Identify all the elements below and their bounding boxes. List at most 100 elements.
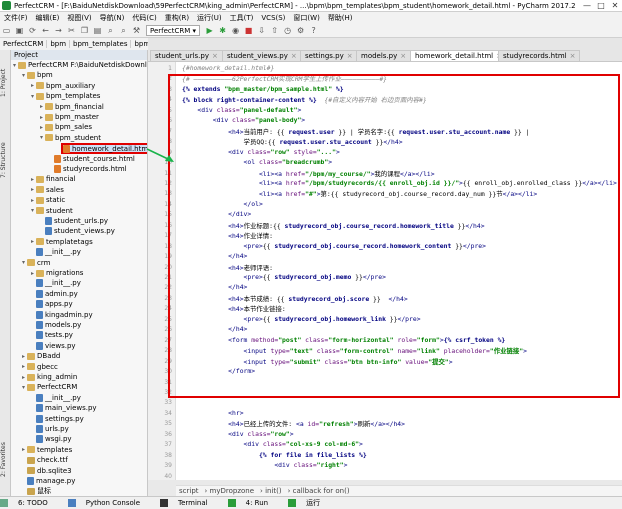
chevron-right-icon[interactable]: ▸ [29,186,36,193]
tree-item[interactable]: ▸ migrations [11,268,83,278]
close-tab-icon[interactable]: × [212,52,218,60]
menu-item[interactable]: 导航(N) [96,13,129,23]
build-icon[interactable]: ⚒ [131,26,142,36]
tree-item[interactable]: manage.py [11,476,75,486]
status-tool-button[interactable]: Terminal [160,499,218,507]
copy-icon[interactable]: ❐ [79,26,90,36]
menu-item[interactable]: 视图(V) [63,13,95,23]
forward-icon[interactable]: → [53,26,64,36]
menu-item[interactable]: 工具(T) [226,13,258,23]
tree-item[interactable]: studyrecords.html [11,164,127,174]
run-config-select[interactable]: PerfectCRM ▾ [146,25,201,36]
editor-tab[interactable]: settings.py × [300,50,358,61]
save-all-icon[interactable]: ▣ [14,26,25,36]
chevron-right-icon[interactable]: ▸ [20,374,27,381]
chevron-down-icon[interactable]: ▾ [11,62,18,69]
vcs-update-icon[interactable]: ⇩ [256,26,267,36]
favorites-tool-tab[interactable]: 2: Favorites [0,430,11,490]
chevron-right-icon[interactable]: ▸ [20,446,27,453]
tree-item[interactable]: ▸ bpm_financial [11,102,104,112]
chevron-right-icon[interactable]: ▸ [29,197,36,204]
tree-item[interactable]: ▾ crm [11,258,50,268]
minimize-button[interactable]: — [580,1,594,10]
tree-item[interactable]: __init__.py [11,393,81,403]
chevron-down-icon[interactable]: ▾ [20,72,27,79]
replace-icon[interactable]: ⌕ [118,26,129,36]
chevron-down-icon[interactable]: ▾ [20,259,27,266]
breadcrumb-item[interactable]: bpm_templates [70,40,132,48]
editor-tab[interactable]: studyrecords.html × [498,50,581,61]
menu-item[interactable]: 文件(F) [0,13,32,23]
breadcrumb-item[interactable]: bpm [47,40,71,48]
chevron-down-icon[interactable]: ▾ [38,134,45,141]
tree-item[interactable]: ▾ bpm_templates [11,91,100,101]
status-tool-button[interactable]: 4: Run [227,499,278,507]
paste-icon[interactable]: ▤ [92,26,103,36]
editor-tab[interactable]: homework_detail.html× [410,50,508,61]
chevron-down-icon[interactable]: ▾ [20,384,27,391]
breadcrumb-item[interactable]: bpm_student [131,40,148,48]
close-tab-icon[interactable]: × [291,52,297,60]
tree-item[interactable]: ▾ student [11,206,73,216]
tree-item[interactable]: models.py [11,320,81,330]
chevron-right-icon[interactable]: ▸ [20,353,27,360]
tree-item[interactable]: student_course.html [11,154,135,164]
maximize-button[interactable]: □ [594,1,608,10]
chevron-right-icon[interactable]: ▸ [29,82,36,89]
tree-item[interactable]: settings.py [11,414,84,424]
tree-item[interactable]: ▸ bpm_master [11,112,99,122]
chevron-right-icon[interactable]: ▸ [29,238,36,245]
tree-item[interactable]: ▾ bpm [11,70,53,80]
editor-breadcrumb-item[interactable]: › init() [257,487,285,495]
sync-icon[interactable]: ⟳ [27,26,38,36]
tree-item[interactable]: ▸ bpm_auxiliary [11,81,95,91]
close-tab-icon[interactable]: × [570,52,576,60]
tree-item[interactable]: ▸ sales [11,185,64,195]
tree-item[interactable]: urls.py [11,424,69,434]
structure-tool-tab[interactable]: 7: Structure [0,130,11,190]
stop-icon[interactable]: ■ [243,26,254,36]
menu-item[interactable]: 代码(C) [128,13,160,23]
menu-item[interactable]: 帮助(H) [324,13,357,23]
editor-tab[interactable]: student_views.py × [222,50,302,61]
chevron-right-icon[interactable]: ▸ [38,114,45,121]
tree-item[interactable]: student_urls.py [11,216,108,226]
editor-tab[interactable]: student_urls.py × [150,50,223,61]
tree-item[interactable]: views.py [11,341,76,351]
tree-item[interactable]: ▸ bpm_sales [11,122,92,132]
tree-item[interactable]: kingadmin.py [11,310,93,320]
settings-icon[interactable]: ⚙ [295,26,306,36]
tree-item[interactable]: apps.py [11,299,73,309]
menu-item[interactable]: 重构(R) [161,13,193,23]
run-icon[interactable]: ▶ [204,26,215,36]
chevron-right-icon[interactable]: ▸ [20,363,27,370]
tree-item[interactable]: ▸ templatetags [11,237,93,247]
close-tab-icon[interactable]: × [400,52,406,60]
tree-item[interactable]: wsgi.py [11,434,72,444]
chevron-right-icon[interactable]: ▸ [38,103,45,110]
editor-breadcrumb-item[interactable]: script [176,487,202,495]
tree-item[interactable]: ▾ PerfectCRM F:\BaiduNetdiskDownload\59 [11,60,147,70]
close-button[interactable]: ✕ [608,1,622,10]
tree-item[interactable]: db.sqlite3 [11,466,72,476]
project-tool-tab[interactable]: 1: Project [0,58,11,108]
cut-icon[interactable]: ✂ [66,26,77,36]
tree-item[interactable]: 鼠标 [11,486,51,496]
tree-item[interactable]: ▸ static [11,195,65,205]
tree-item[interactable]: ▾ bpm_student [11,133,101,143]
debug-icon[interactable]: ✱ [217,26,228,36]
coverage-icon[interactable]: ◉ [230,26,241,36]
open-folder-icon[interactable]: ▭ [1,26,12,36]
tree-item[interactable]: ▾ PerfectCRM [11,382,77,392]
tree-item[interactable]: ▸ king_admin [11,372,77,382]
editor-breadcrumb-item[interactable]: › myDropzone [202,487,258,495]
chevron-down-icon[interactable]: ▾ [29,207,36,214]
tree-item[interactable]: main_views.py [11,403,97,413]
tree-item[interactable]: admin.py [11,289,78,299]
find-icon[interactable]: ⌕ [105,26,116,36]
tree-item[interactable]: check.ttf [11,455,68,465]
menu-item[interactable]: 编辑(E) [32,13,64,23]
status-tool-button[interactable]: Python Console [67,499,150,507]
chevron-right-icon[interactable]: ▸ [29,176,36,183]
tree-item[interactable]: tests.py [11,330,73,340]
